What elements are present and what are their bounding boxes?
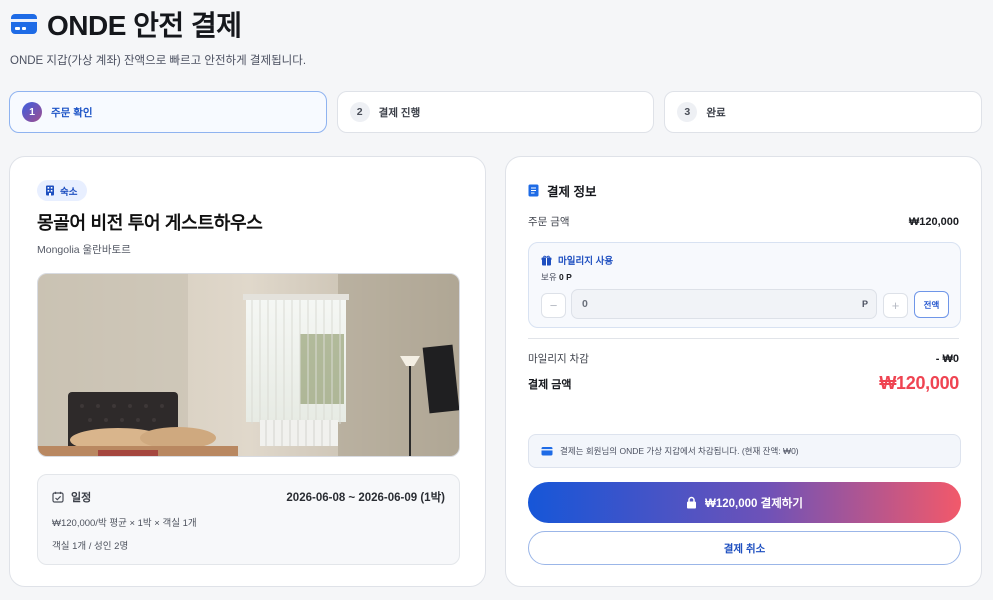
mileage-input-value: 0 xyxy=(582,298,588,310)
price-breakdown: ₩120,000/박 평균 × 1박 × 객실 1개 xyxy=(52,518,197,529)
guestroom-photo xyxy=(37,273,460,457)
checkout-page: ONDE 안전 결제 ONDE 지갑(가상 계좌) 잔액으로 빠르고 안전하게 … xyxy=(0,0,993,600)
mileage-increase-button[interactable]: + xyxy=(883,293,908,318)
pay-button[interactable]: ₩120,000 결제하기 xyxy=(528,482,961,523)
stay-location: Mongolia 울란바토르 xyxy=(37,244,131,256)
mileage-input[interactable]: 0 P xyxy=(571,289,877,319)
step-number: 2 xyxy=(349,102,370,122)
step-label: 주문 확인 xyxy=(51,106,93,119)
order-amount-value: ₩120,000 xyxy=(908,215,959,228)
room-illustration xyxy=(38,274,459,456)
order-amount-row: 주문 금액 ₩120,000 xyxy=(528,214,959,229)
document-icon xyxy=(528,184,539,197)
pay-button-label: ₩120,000 결제하기 xyxy=(705,497,803,510)
total-amount-row: 결제 금액 ₩120,000 xyxy=(528,373,959,394)
calendar-check-icon xyxy=(52,491,64,503)
step-number: 3 xyxy=(677,102,698,122)
mileage-unit: P xyxy=(861,299,868,309)
step-label: 완료 xyxy=(706,106,726,119)
total-amount-value: ₩120,000 xyxy=(879,373,959,393)
wallet-notice: 결제는 회원님의 ONDE 가상 지갑에서 차감됩니다. (현재 잔액: ₩0) xyxy=(528,434,961,468)
schedule-box: 일정 2026-06-08 ~ 2026-06-09 (1박) ₩120,000… xyxy=(37,474,460,565)
stay-title: 몽골어 비전 투어 게스트하우스 xyxy=(37,213,263,233)
building-icon xyxy=(46,185,54,196)
step-number: 1 xyxy=(22,102,42,122)
mileage-decrease-button[interactable]: − xyxy=(541,293,566,318)
mileage-header: 마일리지 사용 xyxy=(541,253,613,267)
page-title: ONDE 안전 결제 xyxy=(47,10,242,41)
mileage-deduction-value: - ₩0 xyxy=(935,352,959,365)
gift-icon xyxy=(541,255,552,265)
step-order-confirm[interactable]: 1 주문 확인 xyxy=(9,91,327,133)
page-header: ONDE 안전 결제 xyxy=(10,4,242,44)
step-label: 결제 진행 xyxy=(378,106,421,119)
guest-summary: 객실 1개 / 성인 2명 xyxy=(52,541,129,552)
section-divider xyxy=(528,338,959,339)
payment-info-title: 결제 정보 xyxy=(547,185,597,199)
wallet-notice-text: 결제는 회원님의 ONDE 가상 지갑에서 차감됩니다. (현재 잔액: ₩0) xyxy=(560,446,799,456)
mileage-deduction-row: 마일리지 차감 - ₩0 xyxy=(528,351,959,366)
mileage-balance-value: 0 P xyxy=(559,272,572,282)
badge-label: 숙소 xyxy=(60,186,78,198)
payment-info-card: 결제 정보 주문 금액 ₩120,000 마일리지 사용 보유 0 P − 0 … xyxy=(505,156,982,587)
order-amount-label: 주문 금액 xyxy=(528,216,570,228)
mileage-deduction-label: 마일리지 차감 xyxy=(528,353,589,365)
total-amount-label: 결제 금액 xyxy=(528,378,572,391)
step-payment-progress[interactable]: 2 결제 진행 xyxy=(336,91,655,133)
mileage-balance-label: 보유 xyxy=(541,272,557,282)
mileage-use-all-button[interactable]: 전액 xyxy=(914,291,949,318)
lock-icon xyxy=(687,496,697,509)
progress-steps: 1 주문 확인 2 결제 진행 3 완료 xyxy=(9,91,983,133)
wallet-icon xyxy=(541,447,553,456)
page-subtitle: ONDE 지갑(가상 계좌) 잔액으로 빠르고 안전하게 결제됩니다. xyxy=(10,55,307,67)
stay-summary-card: 숙소 몽골어 비전 투어 게스트하우스 Mongolia 울란바토르 일정 20… xyxy=(9,156,486,587)
step-complete[interactable]: 3 완료 xyxy=(664,91,983,133)
mileage-balance: 보유 0 P xyxy=(541,271,572,283)
category-badge: 숙소 xyxy=(37,180,88,201)
credit-card-icon xyxy=(11,14,37,34)
schedule-header: 일정 xyxy=(52,489,91,505)
mileage-box: 마일리지 사용 보유 0 P − 0 P + 전액 xyxy=(528,242,961,328)
payment-info-header: 결제 정보 xyxy=(528,181,596,200)
schedule-label: 일정 xyxy=(71,492,92,504)
mileage-title: 마일리지 사용 xyxy=(558,256,614,267)
schedule-dates: 2026-06-08 ~ 2026-06-09 (1박) xyxy=(286,492,445,504)
cancel-payment-button[interactable]: 결제 취소 xyxy=(528,531,961,565)
